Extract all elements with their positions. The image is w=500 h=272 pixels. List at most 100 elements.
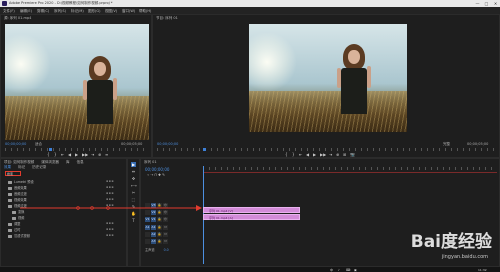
track-mute-toggle[interactable]: M: [163, 239, 168, 244]
audio-clip[interactable]: 序列 01.mp4 [A]: [203, 214, 300, 220]
source-go-in-button[interactable]: ⇤: [61, 152, 64, 157]
source-mark-in-button[interactable]: {: [47, 152, 50, 157]
program-mark-in-button[interactable]: {: [285, 152, 288, 157]
display-icon[interactable]: ▣: [354, 268, 357, 272]
tab-sequence[interactable]: 序列 01: [144, 160, 157, 164]
track-lock-icon[interactable]: 🔒: [157, 232, 162, 237]
timeline-timecode[interactable]: 00;00;00;00: [145, 167, 169, 172]
track-target-toggle[interactable]: [145, 232, 150, 237]
program-play-button[interactable]: ▶: [313, 152, 316, 157]
program-fit-select[interactable]: 完整: [443, 142, 450, 147]
program-mark-out-button[interactable]: }: [292, 152, 295, 157]
source-fit-select[interactable]: 适合: [35, 142, 42, 147]
menu-file[interactable]: 文件(F): [3, 9, 15, 14]
selection-tool-icon[interactable]: ▶: [131, 162, 136, 167]
program-timecode[interactable]: 00;00;00;00: [157, 142, 178, 146]
tab-markers[interactable]: 标记: [18, 165, 25, 169]
source-timecode[interactable]: 00;00;00;00: [5, 142, 26, 146]
effects-folder-row[interactable]: 视频效果 ▪▪▪: [4, 197, 116, 202]
program-lift-button[interactable]: ⊕: [336, 152, 339, 157]
menu-view[interactable]: 视图(V): [105, 9, 117, 14]
effects-folder-row[interactable]: 过时 ▪▪▪: [4, 227, 116, 232]
slip-tool-icon[interactable]: ⬚: [131, 197, 136, 202]
tab-source-monitor[interactable]: 源: 序列 01.mp4: [4, 16, 31, 20]
timeline-ruler[interactable]: [203, 167, 497, 170]
rate-stretch-tool-icon[interactable]: ⟷: [131, 183, 137, 188]
effects-folder-row[interactable]: 音频效果 ▪▪▪: [4, 185, 116, 190]
razor-tool-icon[interactable]: ✂: [131, 190, 136, 195]
track-eye-toggle[interactable]: 👁: [163, 203, 168, 208]
track-lock-icon[interactable]: 🔒: [157, 239, 162, 244]
keyboard-icon[interactable]: ⌨: [346, 268, 350, 272]
track-target-toggle[interactable]: A1: [145, 225, 150, 230]
track-lock-icon[interactable]: 🔒: [157, 210, 162, 215]
track-target-toggle[interactable]: [145, 210, 150, 215]
program-export-frame-button[interactable]: 📷: [350, 152, 355, 157]
type-tool-icon[interactable]: T: [131, 218, 136, 223]
ime-indicator[interactable]: 中: [330, 268, 333, 272]
effects-search-input[interactable]: 搜索: [5, 171, 21, 176]
tab-library[interactable]: 库: [66, 160, 70, 164]
menu-help[interactable]: 帮助(H): [139, 9, 151, 14]
track-target-toggle[interactable]: [145, 203, 150, 208]
close-button[interactable]: ✕: [491, 0, 500, 7]
timeline-work-area-bar[interactable]: [203, 172, 497, 173]
program-playhead[interactable]: [203, 148, 206, 151]
tab-program-monitor[interactable]: 节目: 序列 01: [156, 16, 178, 20]
effects-subfolder-row[interactable]: 变换: [8, 209, 120, 214]
source-mark-out-button[interactable]: }: [54, 152, 57, 157]
program-go-out-button[interactable]: ⇥: [329, 152, 332, 157]
track-mute-toggle[interactable]: M: [163, 232, 168, 237]
volume-icon[interactable]: ♪: [338, 268, 340, 272]
program-compare-button[interactable]: ⊞: [343, 152, 346, 157]
effects-folder-row[interactable]: 视频过渡 ▪▪▪: [4, 203, 116, 208]
program-video-frame[interactable]: [249, 24, 407, 132]
track-label[interactable]: A1: [151, 225, 156, 230]
menu-sequence[interactable]: 序列(S): [54, 9, 66, 14]
track-lock-icon[interactable]: 🔒: [157, 225, 162, 230]
ripple-edit-tool-icon[interactable]: ✥: [131, 176, 136, 181]
maximize-button[interactable]: □: [482, 0, 491, 7]
menu-edit[interactable]: 编辑(E): [20, 9, 32, 14]
source-playhead[interactable]: [49, 148, 52, 151]
effects-folder-row[interactable]: Lumetri 预设 ▪▪▪: [4, 179, 116, 184]
track-label[interactable]: A2: [151, 232, 156, 237]
source-video-frame[interactable]: [5, 24, 149, 140]
tab-history[interactable]: 历史记录: [32, 165, 46, 169]
effects-folder-row[interactable]: 音频过渡 ▪▪▪: [4, 191, 116, 196]
snap-icon[interactable]: ⌁ ⇢ ⊓ ✚ ✎: [147, 173, 165, 177]
source-settings-button[interactable]: ≡: [105, 152, 108, 157]
program-step-back-button[interactable]: ◀: [306, 152, 309, 157]
effects-folder-row[interactable]: 调整 ▪▪▪: [4, 221, 116, 226]
source-insert-button[interactable]: ⊕: [98, 152, 101, 157]
master-volume-value[interactable]: 0.0: [164, 248, 169, 252]
track-label[interactable]: V3: [151, 203, 156, 208]
tab-info[interactable]: 信息: [77, 160, 84, 164]
effects-folder-row[interactable]: 沉浸式视频 ▪▪▪: [4, 233, 116, 238]
track-eye-toggle[interactable]: 👁: [163, 210, 168, 215]
track-select-tool-icon[interactable]: ⇹: [131, 169, 136, 174]
video-clip[interactable]: 序列 01.mp4 [V]: [203, 207, 300, 213]
menu-window[interactable]: 窗口(W): [122, 9, 135, 14]
track-label[interactable]: V2: [151, 210, 156, 215]
track-lock-icon[interactable]: 🔒: [157, 203, 162, 208]
program-go-in-button[interactable]: ⇤: [299, 152, 302, 157]
menu-clip[interactable]: 剪辑(C): [37, 9, 49, 14]
track-eye-toggle[interactable]: 👁: [163, 217, 168, 222]
source-step-forward-button[interactable]: ▶▶: [82, 152, 88, 157]
pen-tool-icon[interactable]: ✎: [131, 204, 136, 209]
source-go-out-button[interactable]: ⇥: [91, 152, 94, 157]
track-label[interactable]: V1: [151, 217, 156, 222]
track-target-toggle[interactable]: [145, 239, 150, 244]
source-time-ruler[interactable]: [5, 148, 149, 151]
program-step-forward-button[interactable]: ▶▶: [320, 152, 326, 157]
track-lock-icon[interactable]: 🔒: [157, 217, 162, 222]
track-target-toggle[interactable]: V1: [145, 217, 150, 222]
source-step-back-button[interactable]: ◀: [68, 152, 71, 157]
track-label[interactable]: A3: [151, 239, 156, 244]
tab-project[interactable]: 项目: 如何制作视频: [4, 160, 34, 164]
tab-media-browser[interactable]: 媒体浏览器: [41, 160, 59, 164]
program-time-ruler[interactable]: [157, 148, 497, 151]
menu-graphics[interactable]: 图形(G): [88, 9, 100, 14]
minimize-button[interactable]: —: [473, 0, 482, 7]
